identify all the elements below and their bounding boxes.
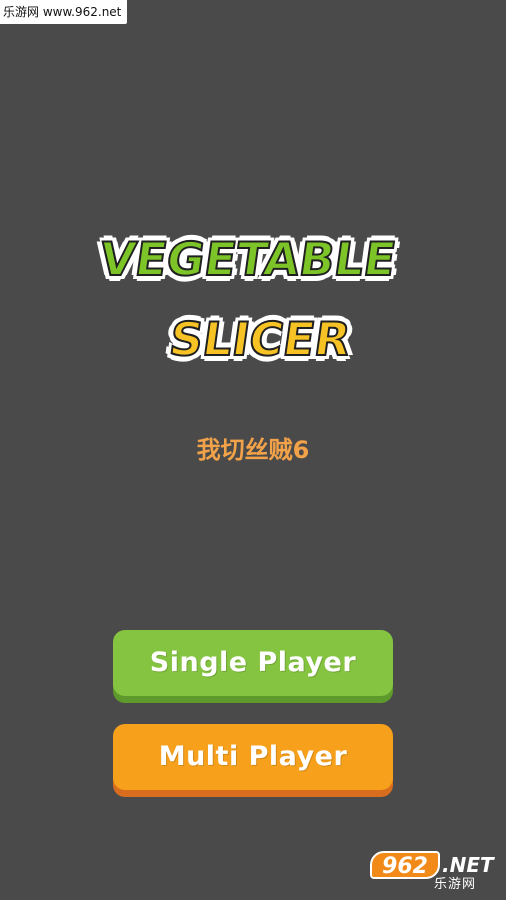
site-watermark: 乐游网 www.962.net	[0, 0, 128, 24]
badge-number: 962	[370, 851, 440, 879]
multi-player-button[interactable]: Multi Player	[113, 724, 393, 790]
logo-title-line-1: VEGETABLE	[95, 231, 400, 287]
player-name-label: 我切丝贼6	[196, 436, 310, 464]
logo-title-line-2: SLICER	[165, 311, 355, 367]
badge-domain: .NET	[442, 853, 494, 877]
single-player-button[interactable]: Single Player	[113, 630, 393, 696]
badge-site-name: 乐游网	[434, 877, 477, 892]
site-badge-watermark: 962 .NET 乐游网	[366, 851, 500, 895]
game-logo: VEGETABLE SLICER	[0, 226, 506, 376]
